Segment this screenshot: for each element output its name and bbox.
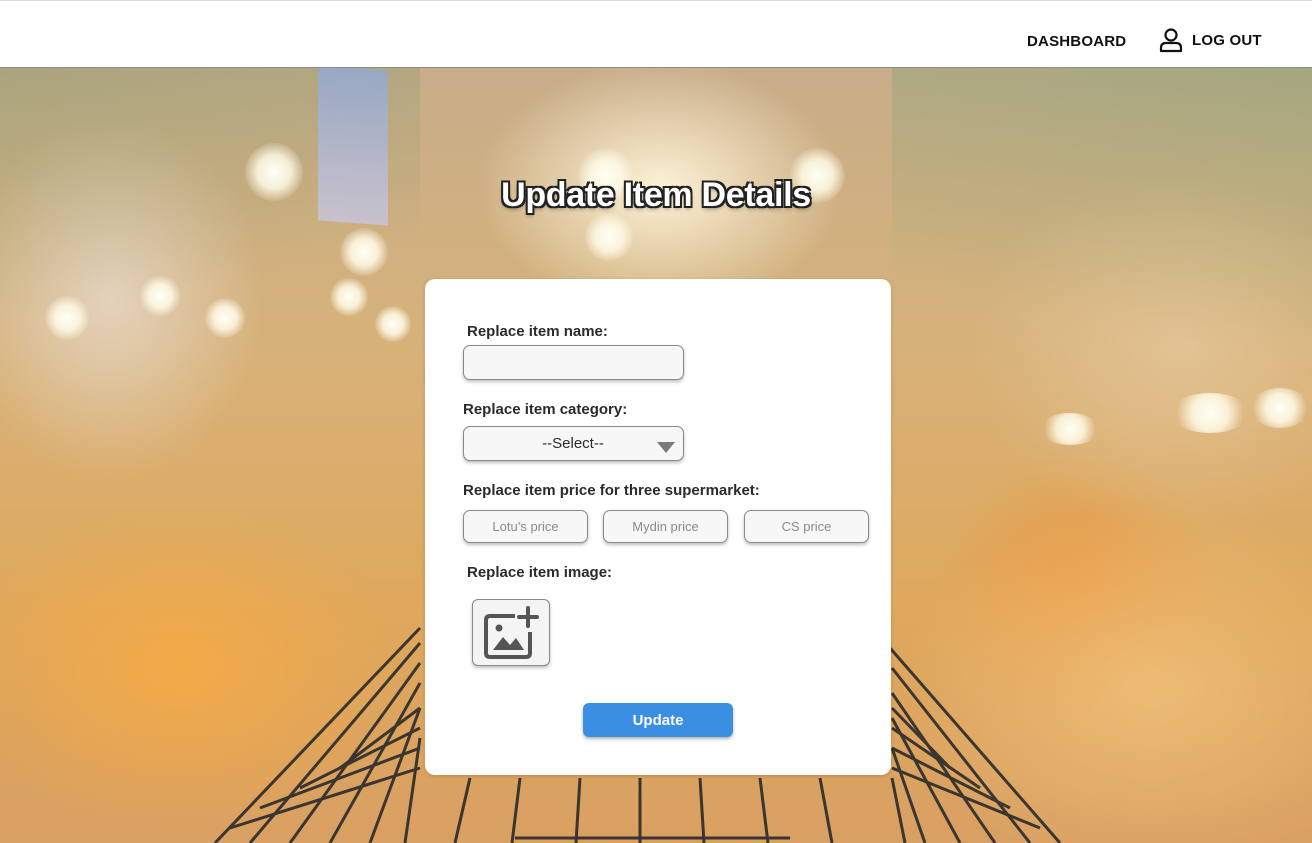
update-button[interactable]: Update — [583, 703, 733, 737]
mydin-price-input[interactable] — [603, 510, 728, 543]
update-item-form: Replace item name: Replace item category… — [425, 279, 891, 775]
category-selected-value: --Select-- — [542, 435, 604, 452]
add-photo-icon — [484, 606, 539, 659]
item-image-label: Replace item image: — [467, 564, 613, 581]
item-category-label: Replace item category: — [463, 401, 628, 418]
lotus-price-input[interactable] — [463, 510, 588, 543]
item-price-label: Replace item price for three supermarket… — [463, 482, 760, 499]
page-title: Update Item Details — [501, 176, 811, 214]
item-name-label: Replace item name: — [467, 323, 608, 340]
cs-price-input[interactable] — [744, 510, 869, 543]
logout-link[interactable]: LOG OUT — [1158, 27, 1262, 53]
top-navbar: DASHBOARD LOG OUT — [0, 0, 1312, 68]
chevron-down-icon — [657, 440, 675, 458]
item-name-input[interactable] — [463, 345, 684, 380]
image-upload-button[interactable] — [472, 599, 550, 666]
user-icon — [1158, 27, 1184, 53]
logout-label: LOG OUT — [1192, 31, 1262, 49]
item-category-select[interactable]: --Select-- — [463, 426, 684, 461]
dashboard-link[interactable]: DASHBOARD — [1027, 33, 1126, 50]
